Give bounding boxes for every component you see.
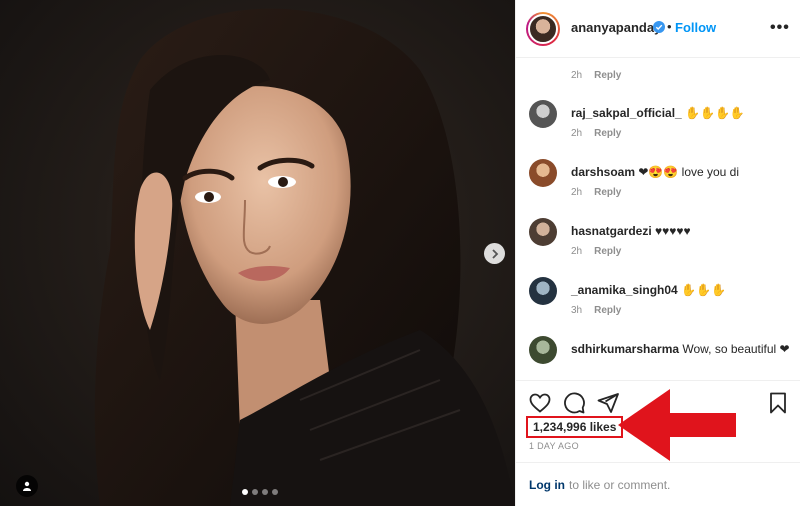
login-text: to like or comment.: [569, 477, 671, 492]
comment-body: ✋✋✋✋: [685, 106, 745, 120]
comments-list[interactable]: 2h Reply raj_sakpal_official_ ✋✋✋✋ 2h Repl…: [516, 58, 800, 380]
tagged-users-button[interactable]: [16, 475, 38, 497]
carousel-dots: [242, 489, 278, 495]
commenter-avatar[interactable]: [529, 218, 557, 246]
comment-time: 2h: [571, 187, 583, 198]
follow-button[interactable]: Follow: [675, 20, 716, 35]
comment-body: ♥♥♥♥♥: [655, 224, 691, 238]
comment-text: raj_sakpal_official_ ✋✋✋✋: [571, 105, 791, 121]
comment-body: Wow, so beautiful ❤: [682, 342, 790, 356]
comment-body: ❤😍😍 love you di: [638, 165, 740, 179]
login-prompt: Log in to like or comment.: [516, 462, 800, 506]
more-options-button[interactable]: •••: [770, 19, 790, 37]
carousel-dot: [242, 489, 248, 495]
carousel-dot: [262, 489, 268, 495]
comment-time: 2h: [571, 246, 583, 257]
author-avatar[interactable]: [526, 12, 560, 46]
verified-badge-icon: [653, 21, 665, 33]
commenter-avatar[interactable]: [529, 100, 557, 128]
commenter-avatar[interactable]: [529, 277, 557, 305]
comment-icon[interactable]: [562, 391, 586, 415]
portrait-image: [94, 8, 515, 506]
author-username[interactable]: ananyapanday: [571, 20, 661, 35]
commenter-username[interactable]: raj_sakpal_official_: [571, 106, 682, 120]
comment-meta: 2h Reply: [571, 246, 621, 257]
reply-button[interactable]: Reply: [594, 187, 621, 198]
share-icon[interactable]: [596, 391, 620, 415]
commenter-avatar[interactable]: [529, 336, 557, 364]
next-slide-button[interactable]: [484, 243, 505, 264]
comment-body: ✋✋✋: [681, 283, 726, 297]
comment-text: hasnatgardezi ♥♥♥♥♥: [571, 223, 791, 239]
comment-text: sdhirkumarsharma Wow, so beautiful ❤: [571, 341, 791, 357]
reply-button[interactable]: Reply: [594, 128, 621, 139]
comment-meta: 2h Reply: [571, 187, 621, 198]
instagram-post: ananyapanday • Follow ••• 2h Reply raj_sa…: [0, 0, 800, 506]
commenter-avatar[interactable]: [529, 159, 557, 187]
comment-meta: 3h Reply: [571, 305, 621, 316]
reply-button[interactable]: Reply: [594, 246, 621, 257]
carousel-dot: [272, 489, 278, 495]
commenter-username[interactable]: darshsoam: [571, 165, 635, 179]
likes-count[interactable]: 1,234,996 likes: [526, 416, 624, 438]
reply-button[interactable]: Reply: [594, 70, 621, 81]
comment-time: 3h: [571, 305, 583, 316]
carousel-dot: [252, 489, 258, 495]
heart-icon[interactable]: [528, 391, 552, 415]
comment-text: _anamika_singh04 ✋✋✋: [571, 282, 791, 298]
post-time: 1 DAY AGO: [529, 441, 579, 451]
comment-text: darshsoam ❤😍😍 love you di: [571, 164, 791, 180]
post-header: ananyapanday • Follow •••: [516, 0, 800, 58]
comment-time: 2h: [571, 70, 583, 81]
login-link[interactable]: Log in: [529, 478, 565, 492]
reply-button[interactable]: Reply: [594, 305, 621, 316]
bookmark-icon[interactable]: [766, 391, 790, 415]
commenter-username[interactable]: _anamika_singh04: [571, 283, 678, 297]
comment-meta: 2h Reply: [571, 70, 621, 81]
commenter-username[interactable]: hasnatgardezi: [571, 224, 652, 238]
likes-label: 1,234,996 likes: [533, 420, 617, 434]
header-separator: •: [667, 19, 672, 34]
annotation-arrow: [618, 389, 736, 461]
user-icon: [23, 481, 31, 491]
commenter-username[interactable]: sdhirkumarsharma: [571, 342, 679, 356]
chevron-right-icon: [491, 248, 498, 259]
comment-meta: 2h Reply: [571, 128, 621, 139]
post-photo[interactable]: [0, 0, 515, 506]
comment-time: 2h: [571, 128, 583, 139]
